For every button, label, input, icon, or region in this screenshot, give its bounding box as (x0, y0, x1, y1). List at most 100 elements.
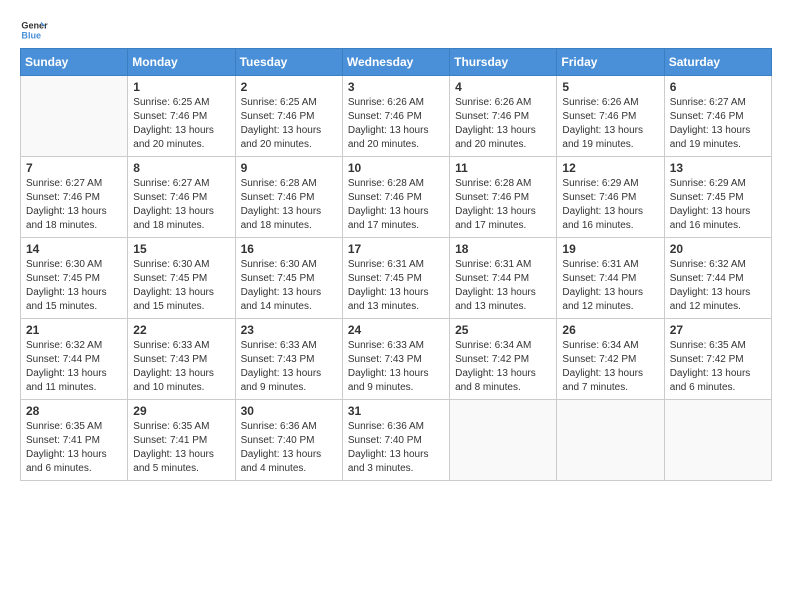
day-info: Sunrise: 6:26 AMSunset: 7:46 PMDaylight:… (348, 96, 444, 152)
weekday-header-saturday: Saturday (664, 49, 771, 76)
day-number: 11 (455, 161, 551, 175)
day-number: 29 (133, 404, 229, 418)
calendar-cell: 27 Sunrise: 6:35 AMSunset: 7:42 PMDayligh… (664, 319, 771, 400)
day-number: 8 (133, 161, 229, 175)
calendar-cell: 12 Sunrise: 6:29 AMSunset: 7:46 PMDayligh… (557, 157, 664, 238)
day-info: Sunrise: 6:28 AMSunset: 7:46 PMDaylight:… (455, 177, 551, 233)
calendar-cell: 21 Sunrise: 6:32 AMSunset: 7:44 PMDayligh… (21, 319, 128, 400)
day-info: Sunrise: 6:25 AMSunset: 7:46 PMDaylight:… (241, 96, 337, 152)
day-number: 17 (348, 242, 444, 256)
weekday-header-friday: Friday (557, 49, 664, 76)
calendar-cell: 31 Sunrise: 6:36 AMSunset: 7:40 PMDayligh… (342, 400, 449, 481)
calendar-cell: 1 Sunrise: 6:25 AMSunset: 7:46 PMDaylight… (128, 76, 235, 157)
calendar-cell: 8 Sunrise: 6:27 AMSunset: 7:46 PMDaylight… (128, 157, 235, 238)
calendar-cell: 15 Sunrise: 6:30 AMSunset: 7:45 PMDayligh… (128, 238, 235, 319)
page-header: General Blue (20, 16, 772, 44)
day-info: Sunrise: 6:25 AMSunset: 7:46 PMDaylight:… (133, 96, 229, 152)
day-info: Sunrise: 6:28 AMSunset: 7:46 PMDaylight:… (348, 177, 444, 233)
calendar-cell: 3 Sunrise: 6:26 AMSunset: 7:46 PMDaylight… (342, 76, 449, 157)
calendar-cell (557, 400, 664, 481)
week-row-4: 28 Sunrise: 6:35 AMSunset: 7:41 PMDayligh… (21, 400, 772, 481)
calendar-cell: 19 Sunrise: 6:31 AMSunset: 7:44 PMDayligh… (557, 238, 664, 319)
day-info: Sunrise: 6:26 AMSunset: 7:46 PMDaylight:… (455, 96, 551, 152)
calendar-cell: 16Sunrise: 6:30 AMSunset: 7:45 PMDayligh… (235, 238, 342, 319)
day-number: 31 (348, 404, 444, 418)
day-number: 7 (26, 161, 122, 175)
week-row-3: 21 Sunrise: 6:32 AMSunset: 7:44 PMDayligh… (21, 319, 772, 400)
day-number: 14 (26, 242, 122, 256)
day-number: 3 (348, 80, 444, 94)
calendar-cell: 11 Sunrise: 6:28 AMSunset: 7:46 PMDayligh… (450, 157, 557, 238)
day-info: Sunrise: 6:29 AMSunset: 7:46 PMDaylight:… (562, 177, 658, 233)
calendar-cell: 25 Sunrise: 6:34 AMSunset: 7:42 PMDayligh… (450, 319, 557, 400)
calendar-cell: 9Sunrise: 6:28 AMSunset: 7:46 PMDaylight… (235, 157, 342, 238)
day-number: 10 (348, 161, 444, 175)
calendar-cell (450, 400, 557, 481)
calendar-cell: 30 Sunrise: 6:36 AMSunset: 7:40 PMDayligh… (235, 400, 342, 481)
calendar-cell: 20Sunrise: 6:32 AMSunset: 7:44 PMDayligh… (664, 238, 771, 319)
calendar-cell: 18 Sunrise: 6:31 AMSunset: 7:44 PMDayligh… (450, 238, 557, 319)
weekday-header-sunday: Sunday (21, 49, 128, 76)
day-info: Sunrise: 6:30 AMSunset: 7:45 PMDaylight:… (133, 258, 229, 314)
calendar-cell: 23Sunrise: 6:33 AMSunset: 7:43 PMDayligh… (235, 319, 342, 400)
calendar-cell: 13 Sunrise: 6:29 AMSunset: 7:45 PMDayligh… (664, 157, 771, 238)
day-number: 21 (26, 323, 122, 337)
day-info: Sunrise: 6:31 AMSunset: 7:44 PMDaylight:… (562, 258, 658, 314)
day-info: Sunrise: 6:27 AMSunset: 7:46 PMDaylight:… (670, 96, 766, 152)
day-number: 12 (562, 161, 658, 175)
day-number: 18 (455, 242, 551, 256)
weekday-header-row: SundayMondayTuesdayWednesdayThursdayFrid… (21, 49, 772, 76)
day-info: Sunrise: 6:35 AMSunset: 7:41 PMDaylight:… (133, 420, 229, 476)
day-number: 22 (133, 323, 229, 337)
day-info: Sunrise: 6:30 AMSunset: 7:45 PMDaylight:… (26, 258, 122, 314)
day-info: Sunrise: 6:27 AMSunset: 7:46 PMDaylight:… (133, 177, 229, 233)
day-info: Sunrise: 6:30 AMSunset: 7:45 PMDaylight:… (241, 258, 337, 314)
weekday-header-thursday: Thursday (450, 49, 557, 76)
day-info: Sunrise: 6:32 AMSunset: 7:44 PMDaylight:… (26, 339, 122, 395)
calendar-cell: 2 Sunrise: 6:25 AMSunset: 7:46 PMDaylight… (235, 76, 342, 157)
day-number: 25 (455, 323, 551, 337)
day-info: Sunrise: 6:26 AMSunset: 7:46 PMDaylight:… (562, 96, 658, 152)
day-number: 6 (670, 80, 766, 94)
day-number: 15 (133, 242, 229, 256)
day-number: 4 (455, 80, 551, 94)
day-number: 20 (670, 242, 766, 256)
day-number: 13 (670, 161, 766, 175)
calendar-cell (664, 400, 771, 481)
calendar-cell: 10 Sunrise: 6:28 AMSunset: 7:46 PMDayligh… (342, 157, 449, 238)
calendar-cell: 29 Sunrise: 6:35 AMSunset: 7:41 PMDayligh… (128, 400, 235, 481)
calendar-cell: 5 Sunrise: 6:26 AMSunset: 7:46 PMDaylight… (557, 76, 664, 157)
calendar-cell: 4 Sunrise: 6:26 AMSunset: 7:46 PMDaylight… (450, 76, 557, 157)
calendar-cell: 28 Sunrise: 6:35 AMSunset: 7:41 PMDayligh… (21, 400, 128, 481)
day-number: 28 (26, 404, 122, 418)
day-number: 19 (562, 242, 658, 256)
day-info: Sunrise: 6:31 AMSunset: 7:44 PMDaylight:… (455, 258, 551, 314)
day-info: Sunrise: 6:36 AMSunset: 7:40 PMDaylight:… (241, 420, 337, 476)
calendar-cell: 26Sunrise: 6:34 AMSunset: 7:42 PMDayligh… (557, 319, 664, 400)
calendar-cell (21, 76, 128, 157)
weekday-header-tuesday: Tuesday (235, 49, 342, 76)
calendar-cell: 6 Sunrise: 6:27 AMSunset: 7:46 PMDaylight… (664, 76, 771, 157)
day-number: 5 (562, 80, 658, 94)
day-info: Sunrise: 6:29 AMSunset: 7:45 PMDaylight:… (670, 177, 766, 233)
day-number: 26 (562, 323, 658, 337)
day-info: Sunrise: 6:35 AMSunset: 7:41 PMDaylight:… (26, 420, 122, 476)
day-number: 1 (133, 80, 229, 94)
day-info: Sunrise: 6:35 AMSunset: 7:42 PMDaylight:… (670, 339, 766, 395)
day-info: Sunrise: 6:36 AMSunset: 7:40 PMDaylight:… (348, 420, 444, 476)
calendar-cell: 7Sunrise: 6:27 AMSunset: 7:46 PMDaylight… (21, 157, 128, 238)
day-info: Sunrise: 6:31 AMSunset: 7:45 PMDaylight:… (348, 258, 444, 314)
day-info: Sunrise: 6:33 AMSunset: 7:43 PMDaylight:… (133, 339, 229, 395)
day-info: Sunrise: 6:34 AMSunset: 7:42 PMDaylight:… (455, 339, 551, 395)
calendar-cell: 22 Sunrise: 6:33 AMSunset: 7:43 PMDayligh… (128, 319, 235, 400)
day-number: 2 (241, 80, 337, 94)
calendar-cell: 17 Sunrise: 6:31 AMSunset: 7:45 PMDayligh… (342, 238, 449, 319)
day-info: Sunrise: 6:28 AMSunset: 7:46 PMDaylight:… (241, 177, 337, 233)
day-number: 30 (241, 404, 337, 418)
calendar-table: SundayMondayTuesdayWednesdayThursdayFrid… (20, 48, 772, 481)
week-row-0: 1 Sunrise: 6:25 AMSunset: 7:46 PMDaylight… (21, 76, 772, 157)
day-number: 27 (670, 323, 766, 337)
week-row-2: 14 Sunrise: 6:30 AMSunset: 7:45 PMDayligh… (21, 238, 772, 319)
day-number: 23 (241, 323, 337, 337)
logo-icon: General Blue (20, 16, 48, 44)
